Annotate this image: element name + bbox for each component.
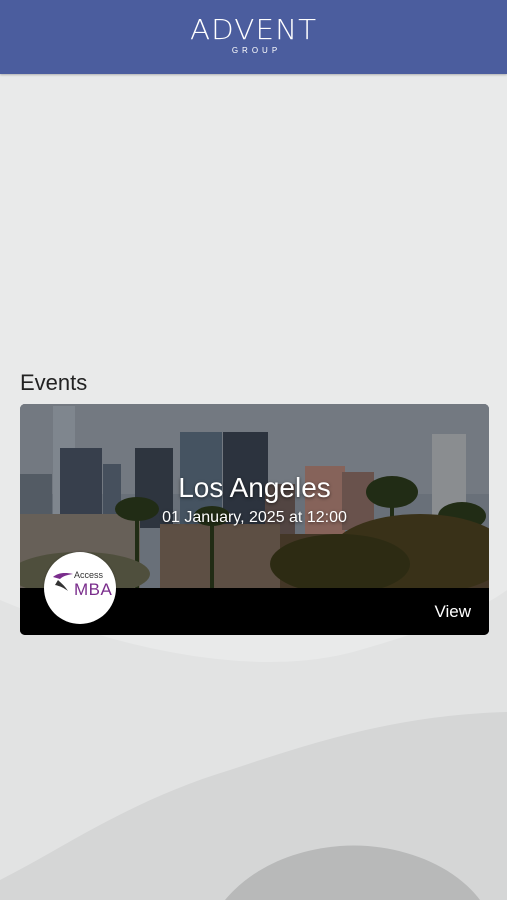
event-city: Los Angeles bbox=[178, 472, 331, 503]
bird-icon bbox=[53, 573, 73, 591]
app-header: ADVENT GROUP bbox=[0, 0, 507, 74]
logo-mba-text: MBA bbox=[74, 580, 113, 599]
logo-access-text: Access bbox=[74, 570, 104, 580]
brand-subtitle: GROUP bbox=[231, 46, 282, 55]
event-card[interactable]: Los Angeles 01 January, 2025 at 12:00 Vi… bbox=[20, 404, 489, 635]
events-section-title: Events bbox=[20, 370, 88, 395]
access-mba-logo: Access MBA bbox=[44, 552, 116, 624]
view-event-button[interactable]: View bbox=[434, 602, 471, 622]
brand-name: ADVENT bbox=[189, 13, 318, 46]
brand-logo: ADVENT GROUP bbox=[0, 16, 507, 56]
event-date: 01 January, 2025 at 12:00 bbox=[162, 509, 347, 526]
